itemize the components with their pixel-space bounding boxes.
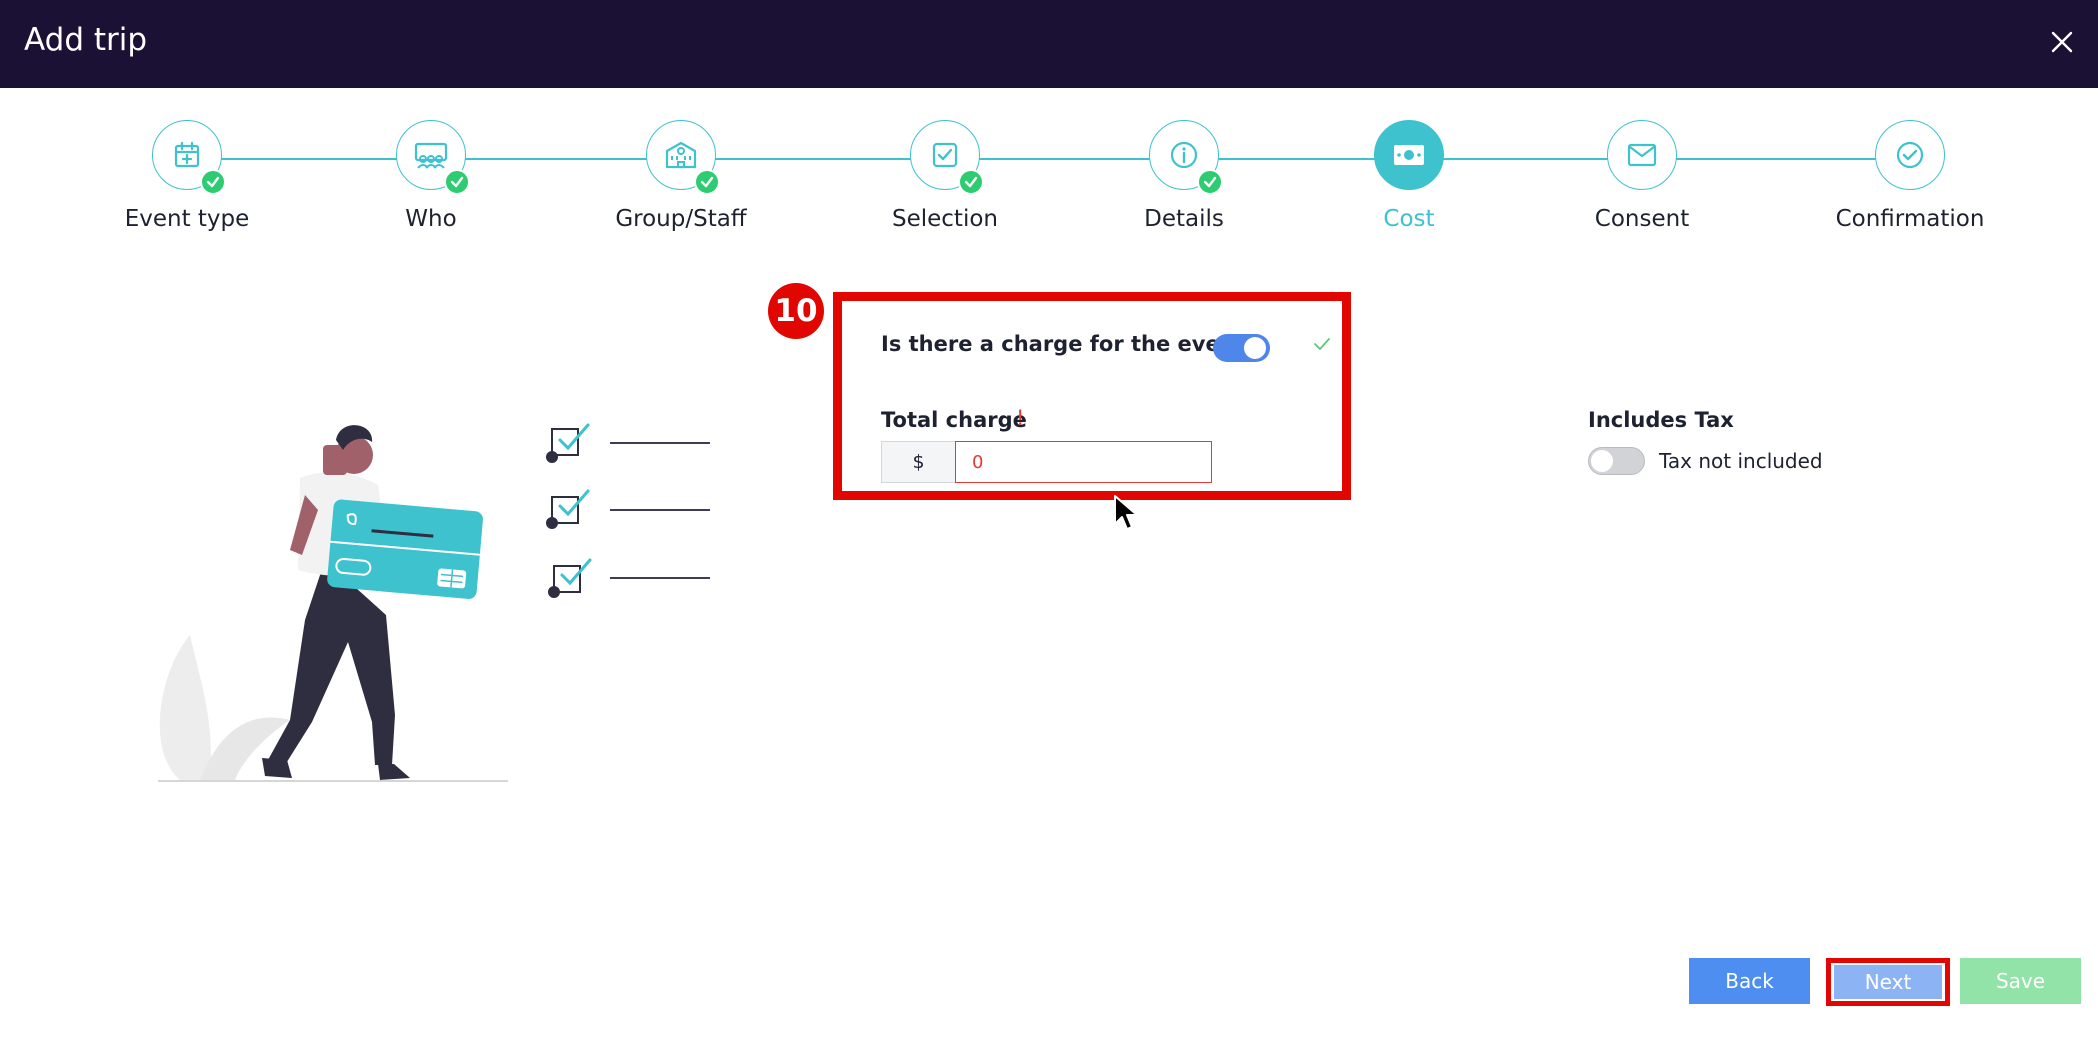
completed-check-icon xyxy=(1197,169,1223,195)
tax-status-text: Tax not included xyxy=(1659,449,1823,473)
info-icon xyxy=(1170,141,1198,169)
payment-illustration xyxy=(158,423,710,782)
step-label: Group/Staff xyxy=(615,206,747,232)
checkbox-icon xyxy=(932,142,958,168)
step-confirmation[interactable]: Confirmation xyxy=(1800,120,2020,232)
toggle-knob xyxy=(1244,337,1266,359)
step-circle xyxy=(1875,120,1945,190)
step-label: Selection xyxy=(892,206,998,232)
step-group-staff[interactable]: Group/Staff xyxy=(571,120,791,232)
close-icon[interactable] xyxy=(2046,26,2078,58)
charge-question-label: Is there a charge for the event? xyxy=(881,332,1257,356)
step-circle xyxy=(1607,120,1677,190)
total-charge-label: Total charge xyxy=(881,408,1027,432)
step-who[interactable]: Who xyxy=(321,120,541,232)
calendar-plus-icon xyxy=(174,141,200,168)
wizard-stepper: Event type Who Group/Staff Selection Det… xyxy=(0,120,2098,250)
currency-addon: $ xyxy=(881,441,956,483)
step-annotation-badge: 10 xyxy=(768,283,824,339)
toggle-knob xyxy=(1591,450,1613,472)
dialog-header: Add trip xyxy=(0,0,2098,88)
step-circle xyxy=(396,120,470,195)
completed-check-icon xyxy=(444,169,470,195)
group-icon xyxy=(414,142,448,169)
step-circle xyxy=(1149,120,1223,195)
valid-check-icon xyxy=(1314,338,1330,350)
step-label: Cost xyxy=(1383,206,1435,232)
money-icon xyxy=(1394,145,1424,165)
step-event-type[interactable]: Event type xyxy=(77,120,297,232)
step-label: Who xyxy=(405,206,457,232)
step-circle xyxy=(152,120,226,195)
charge-toggle[interactable] xyxy=(1213,334,1270,362)
completed-check-icon xyxy=(694,169,720,195)
step-details[interactable]: Details xyxy=(1074,120,1294,232)
dialog-title: Add trip xyxy=(24,22,148,58)
step-consent[interactable]: Consent xyxy=(1532,120,1752,232)
step-label: Details xyxy=(1144,206,1224,232)
step-label: Consent xyxy=(1594,206,1690,232)
step-circle xyxy=(646,120,720,195)
completed-check-icon xyxy=(200,169,226,195)
check-circle-icon xyxy=(1896,141,1924,169)
checklist-graphic xyxy=(546,423,710,598)
envelope-icon xyxy=(1627,143,1657,167)
tax-toggle[interactable] xyxy=(1588,447,1645,475)
total-charge-input[interactable] xyxy=(955,441,1212,483)
next-button[interactable]: Next xyxy=(1834,965,1942,999)
mouse-cursor-icon xyxy=(1114,495,1138,530)
includes-tax-label: Includes Tax xyxy=(1588,408,1734,432)
step-label: Event type xyxy=(124,206,250,232)
step-cost[interactable]: Cost xyxy=(1299,120,1519,232)
add-trip-dialog: Add trip Event type Who Group/Staff Sele… xyxy=(0,0,2098,1048)
step-circle xyxy=(910,120,984,195)
building-icon xyxy=(665,141,697,169)
step-label: Confirmation xyxy=(1835,206,1985,232)
save-button[interactable]: Save xyxy=(1960,958,2081,1004)
required-indicator: ! xyxy=(1016,406,1025,430)
step-selection[interactable]: Selection xyxy=(835,120,1055,232)
step-circle xyxy=(1374,120,1444,190)
back-button[interactable]: Back xyxy=(1689,958,1810,1004)
completed-check-icon xyxy=(958,169,984,195)
